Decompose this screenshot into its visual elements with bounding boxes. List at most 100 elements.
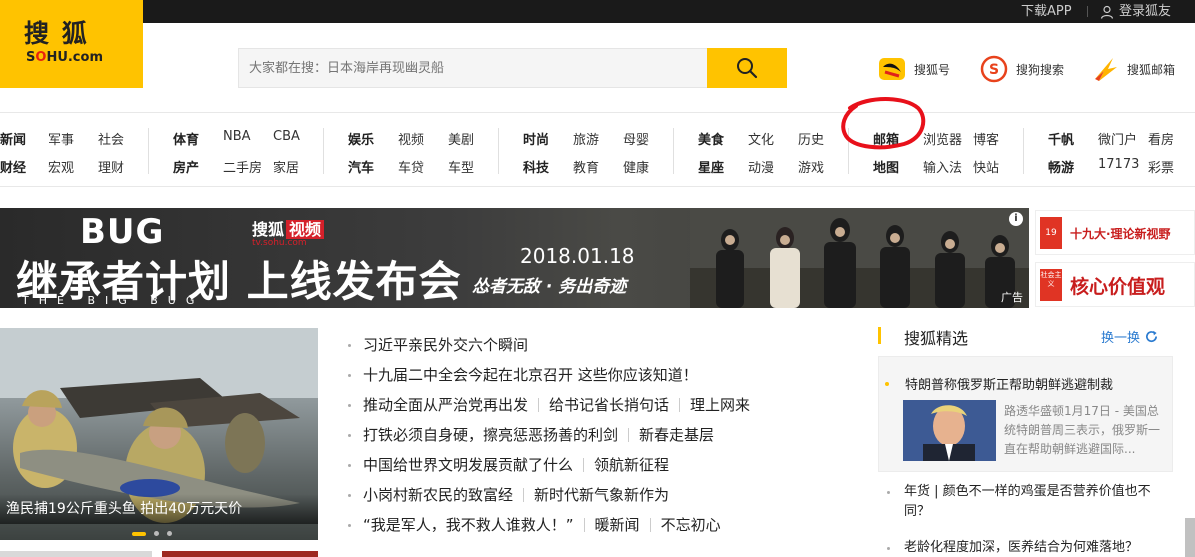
quick-link-sohu-hao[interactable]: 搜狐号 [878, 55, 950, 83]
featured-thumbnail[interactable] [903, 400, 996, 461]
nav-item[interactable]: 看房 [1148, 129, 1174, 148]
nav-item[interactable]: 旅游 [573, 129, 599, 148]
news-link[interactable]: 暖新闻 [595, 513, 640, 537]
nav-item[interactable]: 房产 [173, 157, 199, 176]
nav-item[interactable]: 理财 [98, 157, 124, 176]
nav-item[interactable]: 动漫 [748, 157, 774, 176]
nav-item[interactable]: 美剧 [448, 129, 474, 148]
featured-story[interactable]: 特朗普称俄罗斯正帮助朝鲜逃避制裁 路透华盛顿1月17日 - 美国总统特朗普周三表… [878, 356, 1173, 472]
banner-ad[interactable]: BUG 搜狐 视频 tv.sohu.com 继承者计划 上线发布会 THE BIG… [0, 208, 1029, 308]
banner-bug-logo: BUG [80, 212, 165, 252]
download-app-link[interactable]: 下载APP [1021, 0, 1072, 23]
news-link[interactable]: 领航新征程 [594, 453, 669, 477]
login-link[interactable]: 登录狐友 [1100, 0, 1171, 23]
ad-label: 广告 [1001, 291, 1023, 304]
bullet [887, 547, 890, 550]
sogou-search-icon: S [980, 55, 1008, 83]
nav-item[interactable]: 浏览器 [923, 129, 962, 148]
featured-headline[interactable]: 特朗普称俄罗斯正帮助朝鲜逃避制裁 [905, 374, 1113, 393]
nav-item[interactable]: 科技 [523, 157, 549, 176]
nav-item[interactable]: 微门户 [1098, 129, 1137, 148]
news-link[interactable]: 老龄化程度加深，医养结合为何难落地？ [904, 538, 1166, 557]
sohu-mail-icon [1091, 55, 1119, 83]
login-label: 登录狐友 [1119, 4, 1172, 19]
nav-item[interactable]: 教育 [573, 157, 599, 176]
nav-item[interactable]: CBA [273, 129, 300, 144]
nav-item[interactable]: 时尚 [523, 129, 549, 148]
top-bar: 下载APP 登录狐友 [0, 0, 1195, 23]
nav-item[interactable]: 社会 [98, 129, 124, 148]
feature-carousel[interactable]: 渔民捕19公斤重头鱼 拍出40万元天价 [0, 328, 318, 540]
promo-values[interactable]: 社会主义 核心价值观 [1035, 262, 1195, 307]
nav-divider [673, 128, 674, 174]
news-link[interactable]: 推动全面从严治党再出发 [363, 393, 528, 417]
nav-item[interactable]: 输入法 [923, 157, 962, 176]
quick-link-sogou[interactable]: S 搜狗搜索 [980, 55, 1064, 83]
carousel-dot[interactable] [167, 531, 172, 536]
promo-theory[interactable]: 19 十九大·理论新视野 [1035, 210, 1195, 255]
quick-link-sohu-mail[interactable]: 搜狐邮箱 [1091, 55, 1175, 83]
news-link[interactable]: 小岗村新农民的致富经 [363, 483, 513, 507]
nav-item[interactable]: 宏观 [48, 157, 74, 176]
carousel-dot-active[interactable] [132, 531, 146, 536]
news-link[interactable]: “我是军人，我不救人谁救人！” [363, 513, 574, 537]
nav-item[interactable]: 娱乐 [348, 129, 374, 148]
nav-item[interactable]: 车型 [448, 157, 474, 176]
thumbnail[interactable] [0, 551, 152, 557]
nav-item[interactable]: NBA [223, 129, 251, 144]
nav-item[interactable]: 畅游 [1048, 157, 1074, 176]
carousel-dot[interactable] [154, 531, 159, 536]
nav-item[interactable]: 新闻 [0, 129, 26, 148]
nav-item[interactable]: 彩票 [1148, 157, 1174, 176]
nav-item[interactable]: 汽车 [348, 157, 374, 176]
refresh-button[interactable]: 换一换 [1101, 327, 1158, 346]
thumbnail[interactable] [162, 551, 318, 557]
divider [0, 186, 1195, 187]
nav-item[interactable]: 游戏 [798, 157, 824, 176]
list-item: 打铁必须自身硬，擦亮惩恶扬善的利剑 新春走基层 [348, 423, 714, 447]
nav-item[interactable]: 千帆 [1048, 129, 1074, 148]
nav-item[interactable]: 17173 [1098, 157, 1139, 172]
nav-item[interactable]: 快站 [973, 157, 999, 176]
separator [628, 428, 630, 442]
news-link[interactable]: 中国给世界文明发展贡献了什么 [363, 453, 573, 477]
nav-item[interactable]: 军事 [48, 129, 74, 148]
list-item: 十九届二中全会今起在北京召开 这些你应该知道！ [348, 363, 698, 387]
nav-item[interactable]: 健康 [623, 157, 649, 176]
promo-text: 十九大·理论新视野 [1070, 227, 1171, 241]
quick-link-label: 搜狐号 [914, 62, 951, 77]
nav-item-mail[interactable]: 邮箱 [873, 129, 899, 148]
scrollbar[interactable] [1185, 518, 1195, 557]
nav-item[interactable]: 文化 [748, 129, 774, 148]
bullet [348, 493, 351, 497]
news-link[interactable]: 习近平亲民外交六个瞬间 [363, 333, 528, 357]
nav-item[interactable]: 二手房 [223, 157, 262, 176]
refresh-label: 换一换 [1101, 331, 1141, 346]
nav-item[interactable]: 家居 [273, 157, 299, 176]
nav-item[interactable]: 历史 [798, 129, 824, 148]
info-icon[interactable]: i [1009, 212, 1023, 226]
news-link[interactable]: 年货 | 颜色不一样的鸡蛋是否营养价值也不同？ [904, 482, 1166, 522]
nav-item[interactable]: 星座 [698, 157, 724, 176]
list-item: 推动全面从严治党再出发 给书记省长捎句话 理上网来 [348, 393, 750, 417]
nav-item[interactable]: 母婴 [623, 129, 649, 148]
news-link[interactable]: 给书记省长捎句话 [549, 393, 669, 417]
news-link[interactable]: 新春走基层 [639, 423, 714, 447]
nav-item[interactable]: 美食 [698, 129, 724, 148]
nav-item[interactable]: 博客 [973, 129, 999, 148]
news-link[interactable]: 十九届二中全会今起在北京召开 这些你应该知道！ [363, 363, 698, 387]
news-link[interactable]: 不忘初心 [661, 513, 721, 537]
news-link[interactable]: 理上网来 [690, 393, 750, 417]
search-button[interactable] [707, 48, 787, 88]
nav-item[interactable]: 地图 [873, 157, 899, 176]
nav-item[interactable]: 财经 [0, 157, 26, 176]
nav-item[interactable]: 视频 [398, 129, 424, 148]
sohu-logo[interactable]: 搜 狐 SOHU.com [0, 0, 143, 88]
news-link[interactable]: 新时代新气象新作为 [534, 483, 669, 507]
separator [649, 518, 651, 532]
nav-item[interactable]: 体育 [173, 129, 199, 148]
news-link[interactable]: 打铁必须自身硬，擦亮惩恶扬善的利剑 [363, 423, 618, 447]
nav-item[interactable]: 车贷 [398, 157, 424, 176]
search-input[interactable] [238, 48, 707, 88]
bullet [348, 373, 351, 377]
